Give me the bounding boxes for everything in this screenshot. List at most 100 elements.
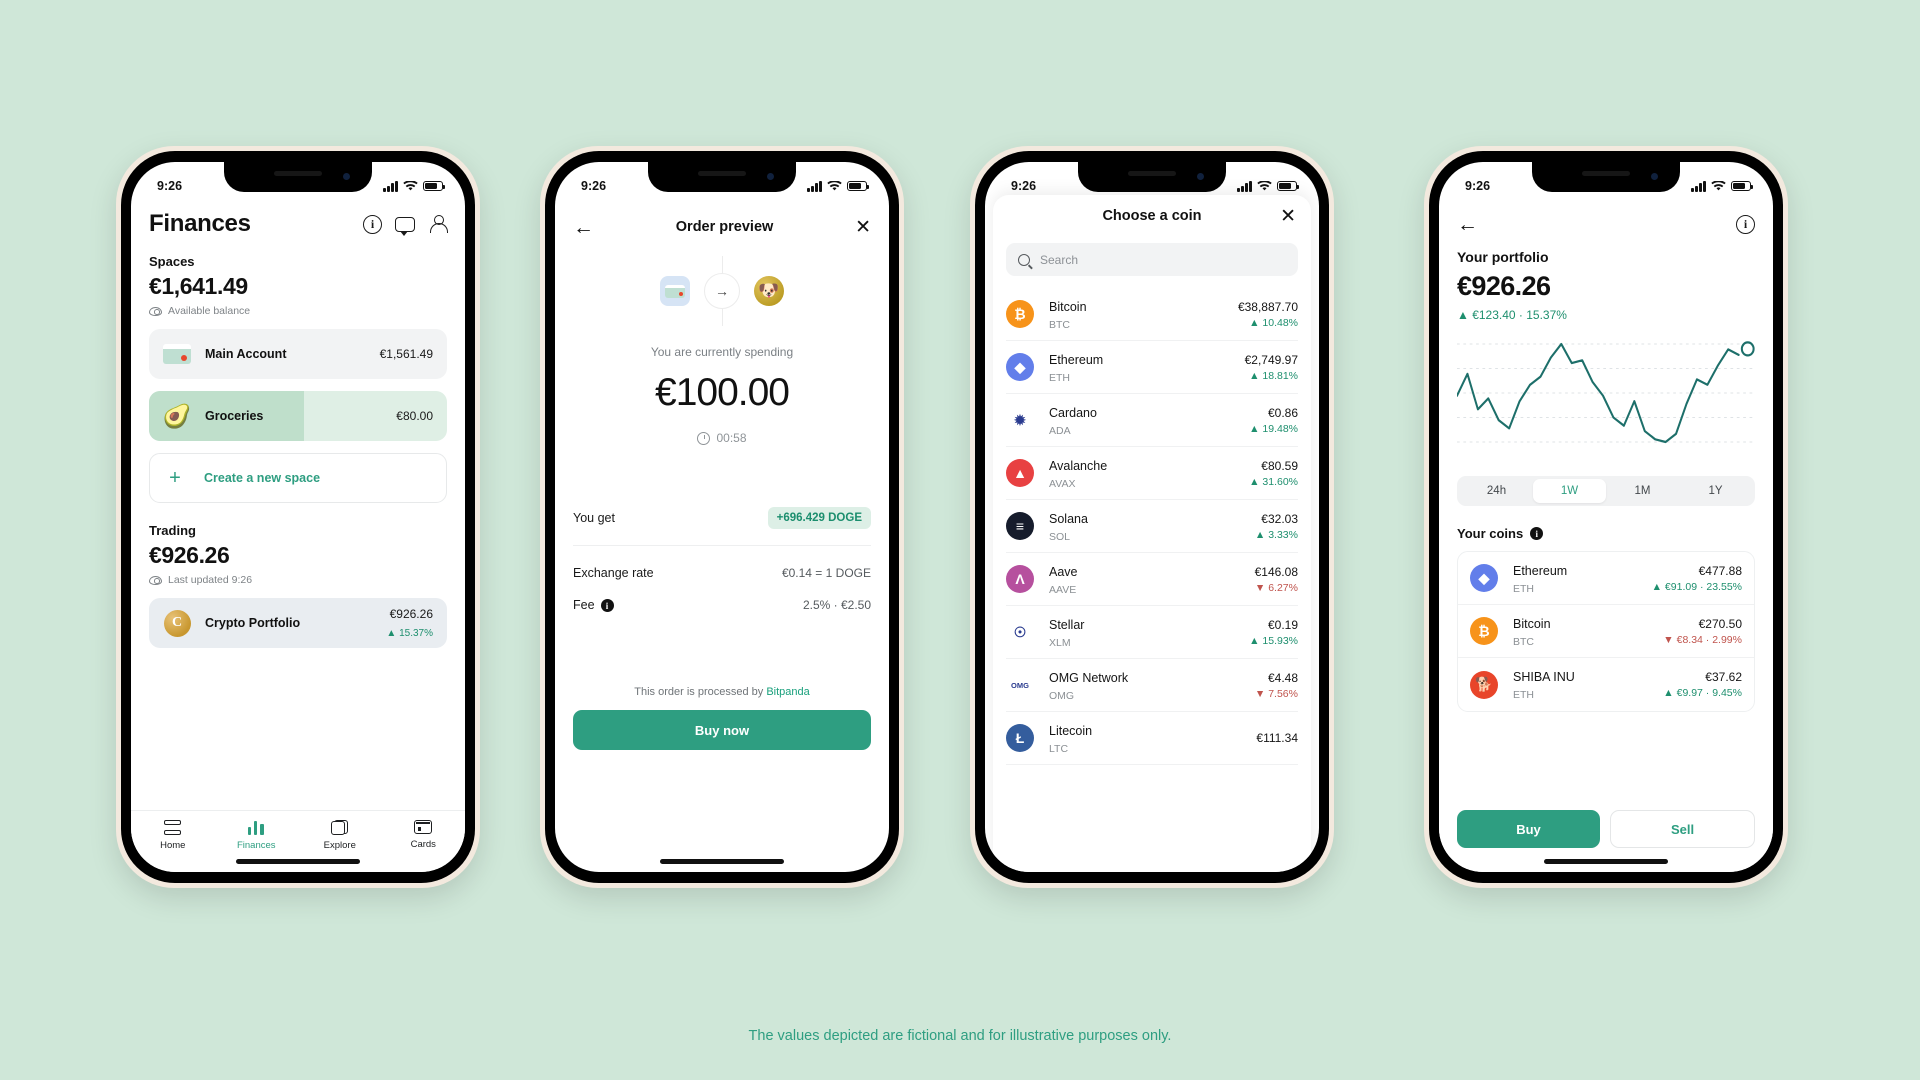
speaker-icon — [274, 171, 322, 176]
coin-row[interactable]: Ł Litecoin LTC €111.34 — [1006, 712, 1298, 765]
coin-row[interactable]: ₿ Bitcoin BTC €38,887.70 ▲ 10.48% — [1006, 288, 1298, 341]
status-time: 9:26 — [581, 179, 607, 193]
range-option-1m[interactable]: 1M — [1606, 479, 1679, 503]
coin-row[interactable]: ✹ Cardano ADA €0.86 ▲ 19.48% — [1006, 394, 1298, 447]
coin-text: Litecoin LTC — [1049, 722, 1092, 755]
bitpanda-link[interactable]: Bitpanda — [766, 686, 809, 698]
eye-icon[interactable] — [149, 575, 162, 585]
header-actions: i — [363, 214, 448, 236]
coin-logo-icon: ◆ — [1470, 564, 1498, 592]
search-icon — [1018, 253, 1030, 266]
sell-button[interactable]: Sell — [1610, 810, 1755, 848]
coin-name: SHIBA INU — [1513, 670, 1575, 684]
coin-logo-icon: ✹ — [1006, 406, 1034, 434]
speaker-icon — [698, 171, 746, 176]
tab-home[interactable]: Home — [131, 820, 215, 851]
choose-coin-sheet: Choose a coin ✕ Search ₿ Bitcoin BTC €38,88… — [993, 195, 1311, 872]
tab-cards[interactable]: Cards — [382, 820, 466, 850]
coin-text: SHIBA INU ETH — [1513, 668, 1575, 701]
wifi-icon — [403, 180, 418, 190]
coin-row[interactable]: ▲ Avalanche AVAX €80.59 ▲ 31.60% — [1006, 447, 1298, 500]
clock-icon — [697, 431, 711, 445]
coin-row[interactable]: OMG OMG Network OMG €4.48 ▼ 7.56% — [1006, 659, 1298, 712]
info-icon[interactable]: i — [363, 214, 382, 234]
trading-row-crypto-portfolio[interactable]: C Crypto Portfolio €926.26 ▲ 15.37% — [149, 598, 447, 648]
processed-by-note: This order is processed by Bitpanda — [573, 686, 871, 698]
spaces-label: Spaces — [149, 254, 195, 269]
coin-logo-icon: ₿ — [1006, 300, 1034, 328]
coin-name: Ethereum — [1049, 352, 1104, 367]
coin-row[interactable]: ≡ Solana SOL €32.03 ▲ 3.33% — [1006, 500, 1298, 553]
owned-coin-list[interactable]: ◆ Ethereum ETH €477.88 ▲ €91.09 · 23.55% ₿ Bit… — [1457, 551, 1755, 712]
coin-values: €270.50 ▼ €8.34 · 2.99% — [1663, 617, 1742, 646]
camera-icon — [343, 173, 350, 180]
owned-coin-row[interactable]: ◆ Ethereum ETH €477.88 ▲ €91.09 · 23.55% — [1458, 552, 1754, 605]
portfolio-chart[interactable] — [1457, 338, 1755, 460]
space-name: Groceries — [205, 409, 264, 423]
finances-header: Finances i — [149, 210, 448, 238]
owned-coin-row[interactable]: 🐕 SHIBA INU ETH €37.62 ▲ €9.97 · 9.45% — [1458, 658, 1754, 711]
coin-name: OMG Network — [1049, 670, 1129, 685]
coin-values: €80.59 ▲ 31.60% — [1249, 459, 1298, 488]
range-selector[interactable]: 24h 1W 1M 1Y — [1457, 476, 1755, 506]
coin-price: €4.48 — [1267, 670, 1298, 685]
phone-4-portfolio: 9:26 ← i Your portfolio €926.26 ▲ €123.4… — [1424, 146, 1788, 888]
trading-amount: €926.26 — [149, 542, 230, 568]
coin-logo-icon: 🐕 — [1470, 670, 1498, 699]
home-indicator — [1544, 859, 1668, 864]
space-row-main-account[interactable]: Main Account €1,561.49 — [149, 329, 447, 379]
coin-price: €0.19 — [1267, 617, 1298, 632]
coin-list[interactable]: ₿ Bitcoin BTC €38,887.70 ▲ 10.48% ◆ Ethereum ET… — [1006, 288, 1298, 765]
create-new-space-button[interactable]: + Create a new space — [149, 453, 447, 503]
info-icon[interactable]: i — [600, 599, 614, 613]
owned-coin-row[interactable]: ₿ Bitcoin BTC €270.50 ▼ €8.34 · 2.99% — [1458, 605, 1754, 658]
range-option-1y[interactable]: 1Y — [1679, 479, 1752, 503]
status-indicators — [1237, 180, 1299, 192]
coin-logo-icon: Ł — [1006, 724, 1034, 752]
info-icon[interactable]: i — [1530, 527, 1544, 540]
phone-4-screen: 9:26 ← i Your portfolio €926.26 ▲ €123.4… — [1439, 162, 1773, 872]
coin-price: €38,887.70 — [1237, 299, 1298, 314]
coin-name: Aave — [1049, 564, 1078, 579]
close-icon[interactable]: ✕ — [855, 218, 871, 237]
coin-change: ▲ 3.33% — [1254, 528, 1298, 541]
close-icon[interactable]: ✕ — [1280, 207, 1296, 226]
chat-icon[interactable] — [395, 216, 415, 236]
eye-icon[interactable] — [149, 306, 162, 316]
coin-price: €0.86 — [1267, 405, 1298, 420]
space-row-groceries[interactable]: 🥑 Groceries €80.00 — [149, 391, 447, 441]
fee-label: Fee — [573, 598, 595, 612]
buy-now-button[interactable]: Buy now — [573, 710, 871, 751]
trading-row-change: ▲ 15.37% — [386, 628, 433, 639]
coin-row[interactable]: ◆ Ethereum ETH €2,749.97 ▲ 18.81% — [1006, 341, 1298, 394]
coin-row[interactable]: ☉ Stellar XLM €0.19 ▲ 15.93% — [1006, 606, 1298, 659]
fee-value: 2.5% · €2.50 — [802, 598, 871, 613]
person-icon[interactable] — [428, 214, 448, 234]
space-value-group: €1,561.49 — [380, 345, 433, 363]
camera-icon — [1197, 173, 1204, 180]
page-title: Your portfolio — [1457, 249, 1549, 265]
info-icon[interactable]: i — [1736, 215, 1755, 234]
coin-name: Ethereum — [1513, 563, 1568, 578]
trading-row-values: €926.26 ▲ 15.37% — [386, 605, 433, 641]
tab-explore[interactable]: Explore — [298, 820, 382, 851]
coin-text: Aave AAVE — [1049, 563, 1078, 596]
range-option-24h[interactable]: 24h — [1460, 479, 1533, 503]
battery-icon — [423, 181, 445, 191]
back-icon[interactable]: ← — [1457, 214, 1478, 235]
speaker-icon — [1582, 171, 1630, 176]
buy-button[interactable]: Buy — [1457, 810, 1600, 848]
portfolio-header: ← i — [1457, 214, 1755, 235]
coin-values: €32.03 ▲ 3.33% — [1255, 512, 1298, 541]
coin-row[interactable]: Λ Aave AAVE €146.08 ▼ 6.27% — [1006, 553, 1298, 606]
coin-change: ▲ €91.09 · 23.55% — [1651, 580, 1742, 593]
avocado-icon: 🥑 — [162, 402, 192, 429]
tab-finances[interactable]: Finances — [215, 820, 299, 851]
range-option-1w[interactable]: 1W — [1533, 479, 1606, 503]
phone-1-screen: 9:26 Finances i Spaces €1,641.49 Availab… — [131, 162, 465, 872]
coin-logo-icon: ₿ — [1470, 617, 1498, 645]
wifi-icon — [1711, 180, 1726, 190]
search-input[interactable]: Search — [1006, 243, 1298, 276]
back-icon[interactable]: ← — [573, 217, 594, 238]
coin-text: Ethereum ETH — [1049, 351, 1103, 384]
